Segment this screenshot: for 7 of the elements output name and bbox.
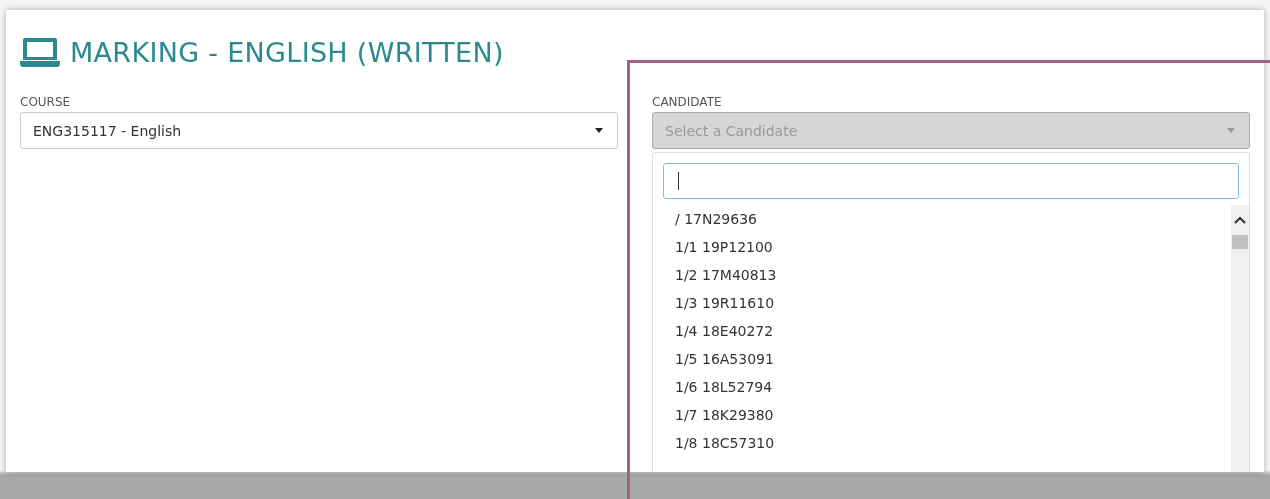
field-label: CANDIDATE <box>652 95 723 109</box>
field-label: COURSE <box>20 95 72 109</box>
course-select[interactable]: ENG315117 - English <box>20 112 618 149</box>
caret-icon <box>595 128 603 133</box>
caret-icon <box>1227 128 1235 133</box>
laptop-icon <box>20 36 60 68</box>
page-title: MARKING - ENGLISH (WRITTEN) <box>70 36 504 68</box>
